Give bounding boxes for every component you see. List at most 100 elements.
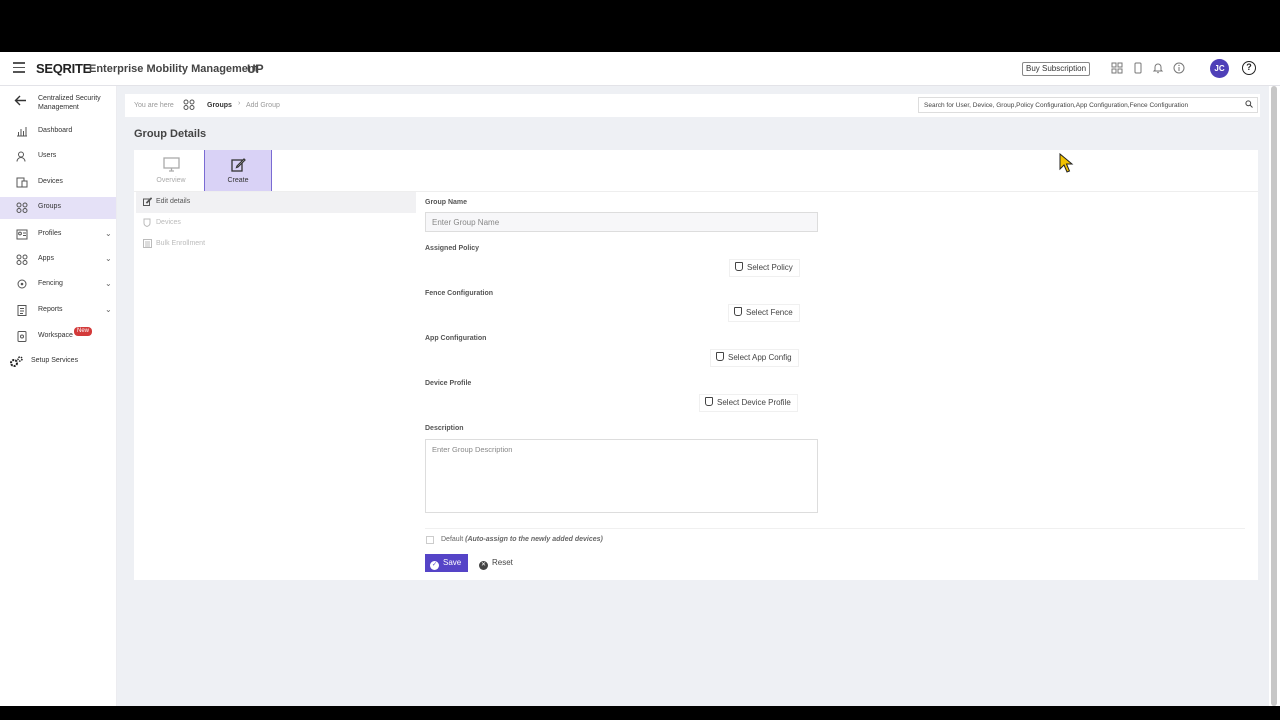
close-circle-icon: ✕ xyxy=(479,561,488,570)
bell-icon[interactable] xyxy=(1151,62,1165,76)
group-name-field-wrapper xyxy=(425,212,818,232)
select-device-profile-button[interactable]: Select Device Profile xyxy=(699,394,798,412)
vertical-scrollbar[interactable] xyxy=(1269,86,1280,706)
tenant-name: UP xyxy=(247,62,264,76)
chevron-down-icon: ⌄ xyxy=(105,279,112,288)
assigned-policy-label: Assigned Policy xyxy=(425,245,480,252)
sidebar-item-dashboard[interactable]: Dashboard xyxy=(0,121,116,143)
brand-logo: SEQRITE xyxy=(36,61,91,76)
sidebar-item-users[interactable]: Users xyxy=(0,146,116,168)
app-grid-icon[interactable] xyxy=(1110,62,1124,76)
back-arrow-icon[interactable] xyxy=(14,94,27,109)
step-label: Edit details xyxy=(156,198,191,205)
tab-overview[interactable]: Overview xyxy=(137,150,205,191)
step-devices[interactable]: Devices xyxy=(136,213,416,234)
profiles-icon xyxy=(15,229,28,241)
page-title: Group Details xyxy=(134,128,207,140)
sidebar-item-groups[interactable]: Groups xyxy=(0,197,116,219)
default-checkbox-label: Default (Auto-assign to the newly added … xyxy=(441,536,603,543)
select-icon xyxy=(735,262,743,271)
description-label: Description xyxy=(425,425,464,432)
help-icon[interactable]: ? xyxy=(1242,61,1256,75)
chevron-down-icon: ⌄ xyxy=(105,305,112,314)
check-circle-icon: ✓ xyxy=(430,561,439,570)
tab-create[interactable]: Create xyxy=(204,150,272,191)
scrollbar-thumb[interactable] xyxy=(1271,86,1277,706)
select-policy-button[interactable]: Select Policy xyxy=(729,259,800,277)
top-bar: SEQRITE Enterprise Mobility Management U… xyxy=(0,52,1280,86)
info-icon[interactable] xyxy=(1172,62,1186,76)
sidebar-item-devices[interactable]: Devices xyxy=(0,172,116,194)
gears-icon xyxy=(9,356,23,368)
bulk-list-icon xyxy=(143,239,152,250)
step-edit-details[interactable]: Edit details xyxy=(136,192,416,213)
group-name-input[interactable] xyxy=(432,217,802,228)
default-checkbox[interactable] xyxy=(426,536,434,544)
group-name-label: Group Name xyxy=(425,199,468,206)
sidebar-item-fencing[interactable]: Fencing ⌄ xyxy=(0,274,116,296)
device-profile-label: Device Profile xyxy=(425,380,472,387)
sidebar-item-label: Devices xyxy=(38,178,63,185)
breadcrumb-groups-link[interactable]: Groups xyxy=(207,102,232,109)
product-name: Enterprise Mobility Management xyxy=(89,63,259,75)
sidebar-item-label: Groups xyxy=(38,203,61,210)
edit-icon xyxy=(205,157,271,175)
chevron-down-icon: ⌄ xyxy=(105,229,112,238)
step-label: Bulk Enrollment xyxy=(156,240,206,247)
save-button[interactable]: ✓ Save xyxy=(425,554,469,572)
fencing-icon xyxy=(15,279,28,291)
bar-chart-icon xyxy=(15,126,28,138)
select-icon xyxy=(716,352,724,361)
chevron-down-icon: ⌄ xyxy=(105,254,112,263)
sidebar-item-label: Users xyxy=(38,152,57,159)
sidebar-item-apps[interactable]: Apps ⌄ xyxy=(0,249,116,271)
step-bulk-enrollment[interactable]: Bulk Enrollment xyxy=(136,234,416,255)
breadcrumb-separator-icon: › xyxy=(238,100,241,107)
description-field-wrapper xyxy=(425,439,818,513)
sidebar-item-workspace[interactable]: Workspace New xyxy=(0,326,116,348)
sidebar-item-label: Reports xyxy=(38,306,63,313)
group-details-card: Overview Create Edit details Devices Bul… xyxy=(134,150,1258,580)
global-search xyxy=(918,97,1258,113)
sidebar-item-label: Workspace xyxy=(38,332,73,339)
breadcrumb-current: Add Group xyxy=(246,102,280,109)
sidebar-item-reports[interactable]: Reports ⌄ xyxy=(0,300,116,322)
buy-subscription-button[interactable]: Buy Subscription xyxy=(1022,62,1091,76)
groups-icon xyxy=(15,202,28,214)
sidebar-item-label: Apps xyxy=(38,255,54,262)
description-textarea[interactable] xyxy=(432,445,810,507)
new-badge: New xyxy=(74,327,93,336)
breadcrumb: You are here Groups › Add Group xyxy=(125,94,1260,117)
mobile-device-icon[interactable] xyxy=(1131,62,1145,76)
users-icon xyxy=(15,151,28,163)
select-fence-button[interactable]: Select Fence xyxy=(728,304,800,322)
tab-label: Overview xyxy=(156,177,186,184)
edit-icon xyxy=(143,197,153,208)
step-list: Edit details Devices Bulk Enrollment xyxy=(136,192,416,255)
fence-configuration-label: Fence Configuration xyxy=(425,290,494,297)
centralized-security-management-link[interactable]: Centralized Security Management xyxy=(38,94,113,112)
devices-icon xyxy=(15,177,28,189)
select-app-config-button[interactable]: Select App Config xyxy=(710,349,799,367)
reports-icon xyxy=(15,305,28,317)
sidebar-item-label: Fencing xyxy=(38,280,63,287)
user-avatar[interactable]: JC xyxy=(1210,59,1229,78)
default-hint-text: (Auto-assign to the newly added devices) xyxy=(465,536,603,543)
select-app-config-label: Select App Config xyxy=(728,353,792,362)
divider xyxy=(425,528,1245,529)
shield-icon xyxy=(143,218,151,229)
search-input[interactable] xyxy=(924,100,1236,111)
sidebar-item-label: Dashboard xyxy=(38,127,73,134)
main-content: You are here Groups › Add Group Group De… xyxy=(117,86,1269,706)
save-button-label: Save xyxy=(443,558,462,567)
sidebar-item-profiles[interactable]: Profiles ⌄ xyxy=(0,224,116,246)
app-window: SEQRITE Enterprise Mobility Management U… xyxy=(0,52,1280,706)
search-icon[interactable] xyxy=(1245,100,1253,110)
sidebar: Centralized Security Management Dashboar… xyxy=(0,86,117,706)
tab-label: Create xyxy=(227,177,249,184)
menu-toggle-icon[interactable] xyxy=(13,62,25,74)
sidebar-item-setup-services[interactable]: Setup Services xyxy=(0,351,116,373)
select-icon xyxy=(705,397,713,406)
select-device-profile-label: Select Device Profile xyxy=(717,398,791,407)
reset-button[interactable]: ✕ Reset xyxy=(475,554,517,572)
